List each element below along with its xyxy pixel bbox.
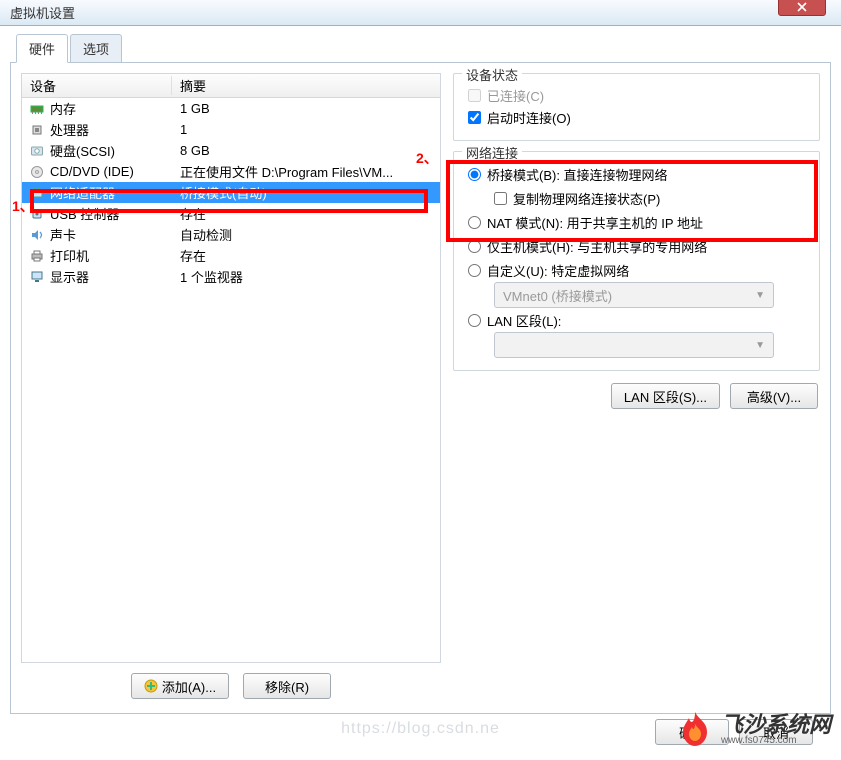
connected-checkbox[interactable]: 已连接(C) (468, 84, 805, 106)
device-row-printer[interactable]: 打印机存在 (22, 245, 440, 266)
close-button[interactable] (778, 0, 826, 16)
device-summary: 正在使用文件 D:\Program Files\VM... (172, 162, 440, 181)
vm-settings-window: 虚拟机设置 硬件 选项 设备 摘要 内存1 GB处理器1硬盘(SCSI)8 GB… (0, 0, 841, 760)
device-summary: 存在 (172, 204, 440, 223)
connected-input[interactable] (468, 89, 481, 102)
nat-radio[interactable]: NAT 模式(N): 用于共享主机的 IP 地址 (468, 210, 805, 234)
vmnet-combo[interactable]: VMnet0 (桥接模式) ▼ (494, 282, 774, 308)
left-button-row: 添加(A)... 移除(R) (21, 663, 441, 703)
device-summary: 8 GB (172, 143, 440, 158)
device-table: 设备 摘要 内存1 GB处理器1硬盘(SCSI)8 GBCD/DVD (IDE)… (21, 73, 441, 663)
connect-poweron-input[interactable] (468, 111, 481, 124)
right-action-buttons: LAN 区段(S)... 高级(V)... (453, 383, 820, 409)
device-name: 处理器 (50, 120, 172, 139)
connect-poweron-checkbox[interactable]: 启动时连接(O) (468, 106, 805, 128)
tab-content: 设备 摘要 内存1 GB处理器1硬盘(SCSI)8 GBCD/DVD (IDE)… (10, 62, 831, 714)
sound-icon (28, 228, 46, 242)
usb-icon (28, 207, 46, 221)
lan-input[interactable] (468, 314, 481, 327)
device-state-group: 设备状态 已连接(C) 启动时连接(O) (453, 73, 820, 141)
cancel-button[interactable]: 取消 (739, 719, 813, 745)
device-name: 显示器 (50, 267, 172, 286)
lan-segment-button[interactable]: LAN 区段(S)... (611, 383, 720, 409)
device-summary: 1 个监视器 (172, 267, 440, 286)
device-row-hdd[interactable]: 硬盘(SCSI)8 GB (22, 140, 440, 161)
custom-input[interactable] (468, 264, 481, 277)
device-name: CD/DVD (IDE) (50, 164, 172, 179)
device-row-memory[interactable]: 内存1 GB (22, 98, 440, 119)
col-device: 设备 (22, 76, 172, 95)
device-name: 打印机 (50, 246, 172, 265)
close-icon (797, 2, 807, 12)
printer-icon (28, 249, 46, 263)
device-row-usb[interactable]: USB 控制器存在 (22, 203, 440, 224)
tab-hardware[interactable]: 硬件 (16, 34, 68, 63)
device-name: 网络适配器 (50, 183, 172, 202)
network-connection-group: 网络连接 桥接模式(B): 直接连接物理网络 复制物理网络连接状态(P) NAT… (453, 151, 820, 371)
device-summary: 桥接模式(自动) (172, 183, 440, 202)
col-summary: 摘要 (172, 76, 440, 95)
device-header: 设备 摘要 (22, 74, 440, 98)
custom-radio[interactable]: 自定义(U): 特定虚拟网络 (468, 258, 805, 282)
net-icon (28, 186, 46, 200)
replicate-input[interactable] (494, 192, 507, 205)
hdd-icon (28, 144, 46, 158)
device-row-sound[interactable]: 声卡自动检测 (22, 224, 440, 245)
tab-row: 硬件 选项 (10, 36, 831, 62)
cd-icon (28, 165, 46, 179)
device-summary: 存在 (172, 246, 440, 265)
device-row-display[interactable]: 显示器1 个监视器 (22, 266, 440, 287)
add-button[interactable]: 添加(A)... (131, 673, 229, 699)
device-row-cd[interactable]: CD/DVD (IDE)正在使用文件 D:\Program Files\VM..… (22, 161, 440, 182)
remove-button[interactable]: 移除(R) (243, 673, 331, 699)
replicate-checkbox[interactable]: 复制物理网络连接状态(P) (468, 186, 805, 210)
nat-input[interactable] (468, 216, 481, 229)
chevron-down-icon: ▼ (755, 340, 765, 351)
bridged-radio[interactable]: 桥接模式(B): 直接连接物理网络 (468, 162, 805, 186)
memory-icon (28, 102, 46, 116)
advanced-button[interactable]: 高级(V)... (730, 383, 818, 409)
left-pane: 设备 摘要 内存1 GB处理器1硬盘(SCSI)8 GBCD/DVD (IDE)… (21, 73, 441, 703)
titlebar: 虚拟机设置 (0, 0, 841, 26)
device-summary: 1 (172, 122, 440, 137)
device-name: 内存 (50, 99, 172, 118)
device-state-legend: 设备状态 (462, 65, 522, 84)
shield-icon (144, 679, 158, 693)
device-summary: 1 GB (172, 101, 440, 116)
network-legend: 网络连接 (462, 143, 522, 162)
device-row-cpu[interactable]: 处理器1 (22, 119, 440, 140)
device-name: 硬盘(SCSI) (50, 141, 172, 160)
cpu-icon (28, 123, 46, 137)
device-name: 声卡 (50, 225, 172, 244)
tab-options[interactable]: 选项 (70, 34, 122, 62)
lan-radio[interactable]: LAN 区段(L): (468, 308, 805, 332)
window-title: 虚拟机设置 (10, 3, 75, 22)
chevron-down-icon: ▼ (755, 290, 765, 301)
device-rows: 内存1 GB处理器1硬盘(SCSI)8 GBCD/DVD (IDE)正在使用文件… (22, 98, 440, 287)
device-name: USB 控制器 (50, 204, 172, 223)
display-icon (28, 270, 46, 284)
hostonly-radio[interactable]: 仅主机模式(H): 与主机共享的专用网络 (468, 234, 805, 258)
device-summary: 自动检测 (172, 225, 440, 244)
device-row-net[interactable]: 网络适配器桥接模式(自动) (22, 182, 440, 203)
dialog-button-bar: 确定 取消 (10, 714, 831, 750)
ok-button[interactable]: 确定 (655, 719, 729, 745)
hostonly-input[interactable] (468, 240, 481, 253)
lan-segment-combo[interactable]: ▼ (494, 332, 774, 358)
right-pane: 设备状态 已连接(C) 启动时连接(O) 网络连接 桥接模式(B): 直接连接物 (453, 73, 820, 703)
dialog-body: 硬件 选项 设备 摘要 内存1 GB处理器1硬盘(SCSI)8 GBCD/DVD… (0, 26, 841, 760)
bridged-input[interactable] (468, 168, 481, 181)
